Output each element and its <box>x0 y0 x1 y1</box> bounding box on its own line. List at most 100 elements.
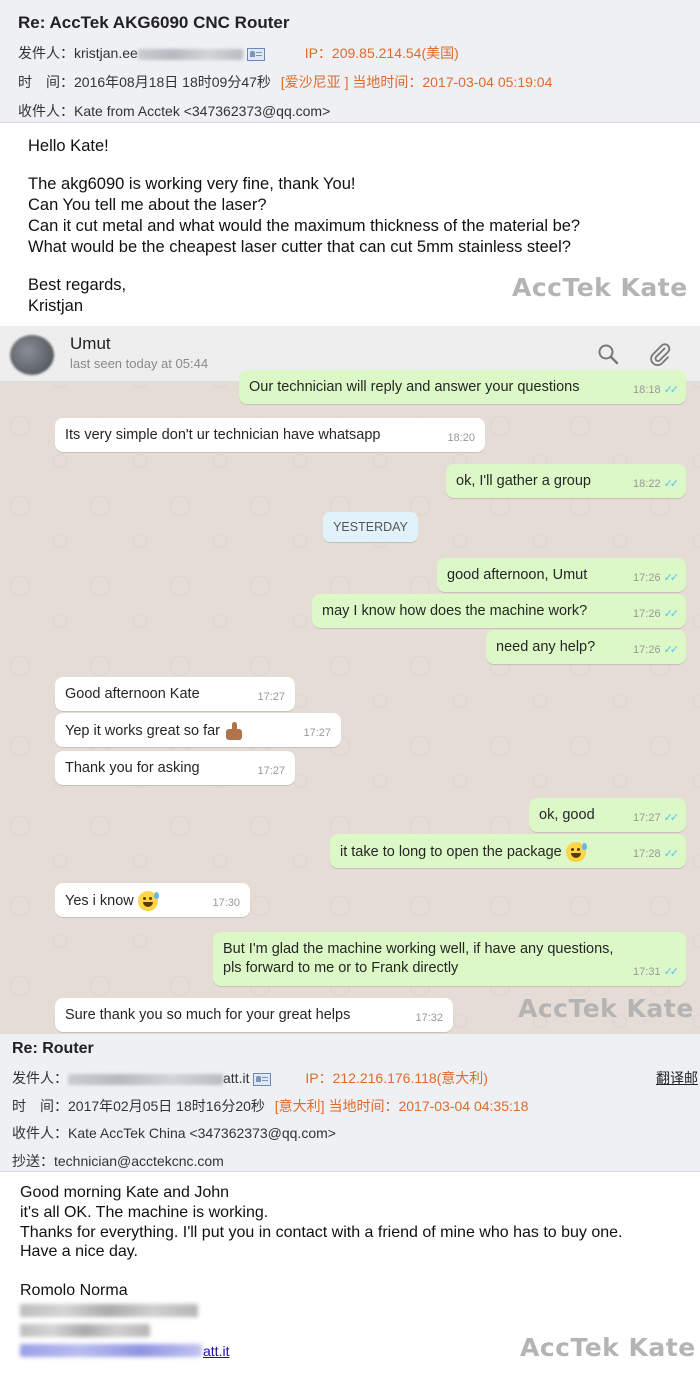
thumbs-up-icon <box>224 721 244 741</box>
read-ticks-icon: ✓✓ <box>663 848 680 860</box>
message-time: 17:26 ✓✓ <box>633 572 679 584</box>
last-seen: last seen today at 05:44 <box>70 356 209 371</box>
email-link[interactable]: att.it <box>203 1341 229 1361</box>
greeting: Hello Kate! <box>28 137 109 155</box>
to-row: 收件人：Kate from Acctek <347362373@qq.com> <box>18 101 330 121</box>
message-time: 17:30 <box>212 897 240 909</box>
watermark: AccTek Kate <box>520 1333 696 1362</box>
message-out[interactable]: may I know how does the machine work? 17… <box>312 594 686 628</box>
translate-link[interactable]: 翻译邮 <box>656 1068 698 1088</box>
search-icon[interactable] <box>596 342 620 366</box>
message-time: 17:27 <box>257 691 285 703</box>
message-in[interactable]: Its very simple don't ur technician have… <box>55 418 485 452</box>
body-line-2: it's all OK. The machine is working. <box>20 1204 269 1221</box>
to-label: 收件人： <box>12 1125 68 1141</box>
sweat-smile-emoji-icon <box>137 891 159 911</box>
read-ticks-icon: ✓✓ <box>663 644 680 656</box>
from-label: 发件人： <box>12 1070 68 1086</box>
message-in[interactable]: Yes i know 17:30 <box>55 883 250 917</box>
from-address[interactable]: kristjan.ee <box>74 45 138 61</box>
message-time: 17:31 ✓✓ <box>633 966 680 978</box>
body-line-4: What would be the cheapest laser cutter … <box>28 238 571 256</box>
message-text: may I know how does the machine work? <box>322 603 588 619</box>
message-out[interactable]: ok, good 17:27 ✓✓ <box>529 798 686 832</box>
message-in[interactable]: Good afternoon Kate 17:27 <box>55 677 295 711</box>
to-row: 收件人：Kate AccTek China <347362373@qq.com> <box>12 1123 336 1143</box>
message-text: Thank you for asking <box>65 760 200 776</box>
message-text: need any help? <box>496 639 596 655</box>
watermark: AccTek Kate <box>518 994 694 1023</box>
message-text: ok, I'll gather a group <box>456 473 591 489</box>
email-bottom: Re: Router 发件人： att.it IP：212.216.176.118… <box>0 1034 700 1380</box>
email-bottom-body: Good morning Kate and John it's all OK. … <box>0 1172 700 1380</box>
time-value: 2016年08月18日 18时09分47秒 <box>74 74 271 90</box>
body-line-2: Can You tell me about the laser? <box>28 196 267 214</box>
message-out[interactable]: it take to long to open the package 17:2… <box>330 834 686 868</box>
message-time: 17:26 ✓✓ <box>633 608 680 620</box>
message-out[interactable]: good afternoon, Umut 17:26 ✓✓ <box>437 558 686 592</box>
to-value[interactable]: Kate AccTek China <347362373@qq.com> <box>68 1125 336 1141</box>
message-out[interactable]: need any help? 17:26 ✓✓ <box>486 630 686 664</box>
body-line-1: The akg6090 is working very fine, thank … <box>28 175 356 193</box>
message-out[interactable]: But I'm glad the machine working well, i… <box>213 932 686 986</box>
local-time: [爱沙尼亚 ] 当地时间：2017-03-04 05:19:04 <box>280 74 553 90</box>
contact-card-icon[interactable] <box>253 1072 272 1086</box>
message-time: 18:22 ✓✓ <box>633 478 679 490</box>
time-label: 时 间： <box>18 74 74 90</box>
time-label: 时 间： <box>12 1098 68 1114</box>
message-text: Our technician will reply and answer you… <box>249 379 580 395</box>
message-list: Our technician will reply and answer you… <box>0 370 700 1034</box>
message-in[interactable]: Yep it works great so far 17:27 <box>55 713 341 747</box>
closing: Best regards, <box>28 276 127 294</box>
message-time: 18:20 <box>447 432 475 444</box>
email-top: Re: AccTek AKG6090 CNC Router 发件人：kristj… <box>0 0 700 326</box>
time-row: 时 间：2017年02月05日 18时16分20秒 [意大利] 当地时间：201… <box>12 1096 528 1116</box>
message-out[interactable]: ok, I'll gather a group 18:22 ✓✓ <box>446 464 686 498</box>
message-text: Its very simple don't ur technician have… <box>65 427 381 443</box>
avatar[interactable] <box>10 335 54 375</box>
time-value: 2017年02月05日 18时16分20秒 <box>68 1098 265 1114</box>
watermark: AccTek Kate <box>512 273 688 302</box>
body-line-4: Have a nice day. <box>20 1243 138 1260</box>
email-top-header: Re: AccTek AKG6090 CNC Router 发件人：kristj… <box>0 0 700 123</box>
message-text: Yes i know <box>65 892 134 909</box>
message-in[interactable]: Sure thank you so much for your great he… <box>55 998 453 1032</box>
read-ticks-icon: ✓✓ <box>663 608 680 620</box>
contact-card-icon[interactable] <box>246 47 265 61</box>
cc-row: 抄送：technician@acctekcnc.com <box>12 1151 224 1171</box>
message-time: 17:32 <box>415 1012 443 1024</box>
message-time: 17:27 <box>257 765 285 777</box>
message-out[interactable]: Our technician will reply and answer you… <box>239 370 686 404</box>
read-ticks-icon: ✓✓ <box>663 812 680 824</box>
read-ticks-icon: ✓✓ <box>663 966 680 978</box>
message-text: it take to long to open the package <box>340 843 562 860</box>
redacted-email <box>68 1073 223 1085</box>
from-address[interactable]: att.it <box>223 1070 249 1086</box>
to-value[interactable]: Kate from Acctek <347362373@qq.com> <box>74 103 330 119</box>
ip-address: IP：212.216.176.118(意大利) <box>305 1070 488 1086</box>
from-label: 发件人： <box>18 45 74 61</box>
signature: Kristjan <box>28 297 84 315</box>
body-line-3: Thanks for everything. I'll put you in c… <box>20 1224 623 1241</box>
redacted-line <box>20 1304 198 1317</box>
message-text: Yep it works great so far <box>65 722 221 739</box>
body-line-3: Can it cut metal and what would the maxi… <box>28 217 581 235</box>
email-subject: Re: AccTek AKG6090 CNC Router <box>18 13 290 32</box>
ip-address: IP：209.85.214.54(美国) <box>304 45 459 61</box>
sweat-smile-emoji-icon <box>565 842 587 862</box>
paperclip-icon[interactable] <box>648 342 672 366</box>
redacted-link <box>20 1344 202 1357</box>
message-text: ok, good <box>539 807 595 823</box>
cc-value[interactable]: technician@acctekcnc.com <box>54 1153 224 1169</box>
redacted-line <box>20 1324 150 1337</box>
contact-name[interactable]: Umut <box>70 334 111 354</box>
message-time: 17:26 ✓✓ <box>633 644 680 656</box>
signature: Romolo Norma <box>20 1282 128 1299</box>
message-time: 17:27 ✓✓ <box>633 812 680 824</box>
local-time: [意大利] 当地时间：2017-03-04 04:35:18 <box>274 1098 529 1114</box>
message-in[interactable]: Thank you for asking 17:27 <box>55 751 295 785</box>
to-label: 收件人： <box>18 103 74 119</box>
time-row: 时 间：2016年08月18日 18时09分47秒 [爱沙尼亚 ] 当地时间：2… <box>18 72 552 92</box>
message-text: Sure thank you so much for your great he… <box>65 1007 351 1023</box>
redacted-email <box>137 48 243 60</box>
